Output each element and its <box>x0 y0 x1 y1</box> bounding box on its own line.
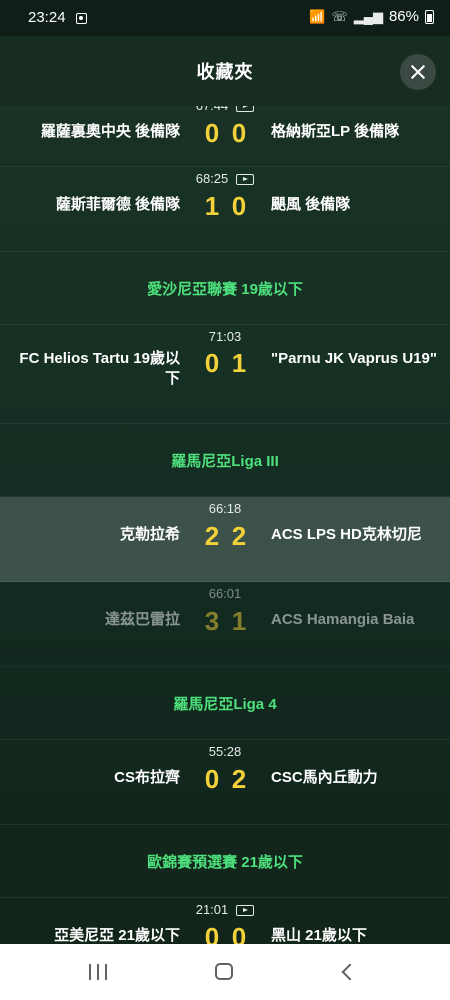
away-score: 0 <box>231 191 247 221</box>
away-score: 0 <box>231 118 247 148</box>
status-time: 23:24 <box>28 9 66 26</box>
league-header[interactable]: 愛沙尼亞聯賽 19歲以下 <box>0 252 450 325</box>
away-team: 黑山 21歲以下 <box>271 927 367 944</box>
header: 收藏夾 <box>0 36 450 106</box>
wifi-icon: 📶 <box>309 8 326 24</box>
match-clock: 55:28 <box>0 744 450 759</box>
recents-button[interactable] <box>89 964 107 980</box>
status-bar: 23:24 📶 ☏ ▂▄▆ 86% <box>0 0 450 36</box>
match-clock: 68:25 <box>0 171 450 186</box>
match-time: 68:25 <box>195 171 229 186</box>
home-team: CS布拉齊 <box>114 769 180 786</box>
match-time: 66:01 <box>208 586 242 601</box>
home-score: 0 <box>204 922 220 944</box>
away-team: ACS LPS HD克林切尼 <box>271 526 422 543</box>
signal-icon: ▂▄▆ <box>353 8 383 24</box>
match-row[interactable]: 21:01 亞美尼亞 21歲以下 0 0 黑山 21歲以下 <box>0 898 450 944</box>
away-score: 0 <box>231 922 247 944</box>
match-row[interactable]: 66:01 達茲巴雷拉 3 1 ACS Hamangia Baia <box>0 582 450 667</box>
match-clock: 66:01 <box>0 586 450 601</box>
away-team: 颶風 後備隊 <box>271 196 351 213</box>
home-button[interactable] <box>215 963 233 980</box>
favorites-screen: 23:24 📶 ☏ ▂▄▆ 86% 收藏夾 67:44羅薩裏奧中央 後備隊00格… <box>0 0 450 1000</box>
back-button[interactable] <box>341 963 359 981</box>
video-icon[interactable] <box>236 174 255 186</box>
away-team: ACS Hamangia Baia <box>271 611 415 628</box>
match-time: 67:44 <box>196 106 229 113</box>
match-time: 55:28 <box>208 744 242 759</box>
away-score: 1 <box>231 348 247 378</box>
home-team: 亞美尼亞 21歲以下 <box>54 927 180 944</box>
screen-record-icon <box>76 13 87 24</box>
away-team: 格納斯亞LP 後備隊 <box>271 123 400 140</box>
league-name: 羅馬尼亞Liga 4 <box>173 696 277 713</box>
status-icons: 📶 ☏ ▂▄▆ 86% <box>309 8 434 25</box>
match-clock: 66:18 <box>0 501 450 516</box>
home-score: 2 <box>204 521 220 551</box>
league-name: 歐錦賽預選賽 21歲以下 <box>147 854 303 871</box>
league-name: 羅馬尼亞Liga III <box>171 453 279 470</box>
navigation-bar <box>0 944 450 1000</box>
match-clock: 71:03 <box>0 329 450 344</box>
favorites-list[interactable]: 67:44羅薩裏奧中央 後備隊00格納斯亞LP 後備隊68:25薩斯菲爾德 後備… <box>0 106 450 944</box>
away-team: CSC馬內丘動力 <box>271 769 378 786</box>
match-time: 71:03 <box>208 329 242 344</box>
match-clock: 67:44 <box>0 106 450 113</box>
home-score: 3 <box>204 606 220 636</box>
home-team: FC Helios Tartu 19歲以下 <box>19 350 180 387</box>
away-team: "Parnu JK Vaprus U19" <box>271 350 437 367</box>
home-team: 羅薩裏奧中央 後備隊 <box>40 123 180 140</box>
league-header[interactable]: 羅馬尼亞Liga III <box>0 424 450 497</box>
match-time: 21:01 <box>195 902 229 917</box>
home-score: 0 <box>204 764 220 794</box>
league-header[interactable]: 歐錦賽預選賽 21歲以下 <box>0 825 450 898</box>
away-score: 2 <box>231 764 247 794</box>
match-clock: 21:01 <box>0 902 450 917</box>
match-time: 66:18 <box>208 501 242 516</box>
away-score: 2 <box>231 521 247 551</box>
league-header[interactable]: 羅馬尼亞Liga 4 <box>0 667 450 740</box>
video-icon[interactable] <box>236 106 255 113</box>
home-team: 薩斯菲爾德 後備隊 <box>55 196 180 213</box>
call-icon: ☏ <box>331 8 348 24</box>
home-score: 0 <box>204 348 220 378</box>
match-row[interactable]: 67:44 羅薩裏奧中央 後備隊 00 格納斯亞LP 後備隊 <box>0 106 450 167</box>
home-score: 0 <box>204 118 220 148</box>
match-row[interactable]: 71:03 FC Helios Tartu 19歲以下 0 1 "Parnu JK Va… <box>0 325 450 424</box>
home-score: 1 <box>204 191 220 221</box>
away-score: 1 <box>231 606 247 636</box>
page-title: 收藏夾 <box>196 62 254 82</box>
battery-percent: 86% <box>388 8 419 25</box>
match-row[interactable]: 55:28 CS布拉齊 0 2 CSC馬內丘動力 <box>0 740 450 825</box>
match-row[interactable]: 68:25 薩斯菲爾德 後備隊 1 0 颶風 後備隊 <box>0 167 450 252</box>
battery-icon <box>425 9 434 24</box>
league-name: 愛沙尼亞聯賽 19歲以下 <box>147 281 303 298</box>
match-row[interactable]: 66:18 克勒拉希 2 2 ACS LPS HD克林切尼 <box>0 497 450 582</box>
close-icon[interactable] <box>400 54 436 90</box>
home-team: 達茲巴雷拉 <box>104 611 180 628</box>
video-icon[interactable] <box>236 905 255 917</box>
home-team: 克勒拉希 <box>119 526 180 543</box>
